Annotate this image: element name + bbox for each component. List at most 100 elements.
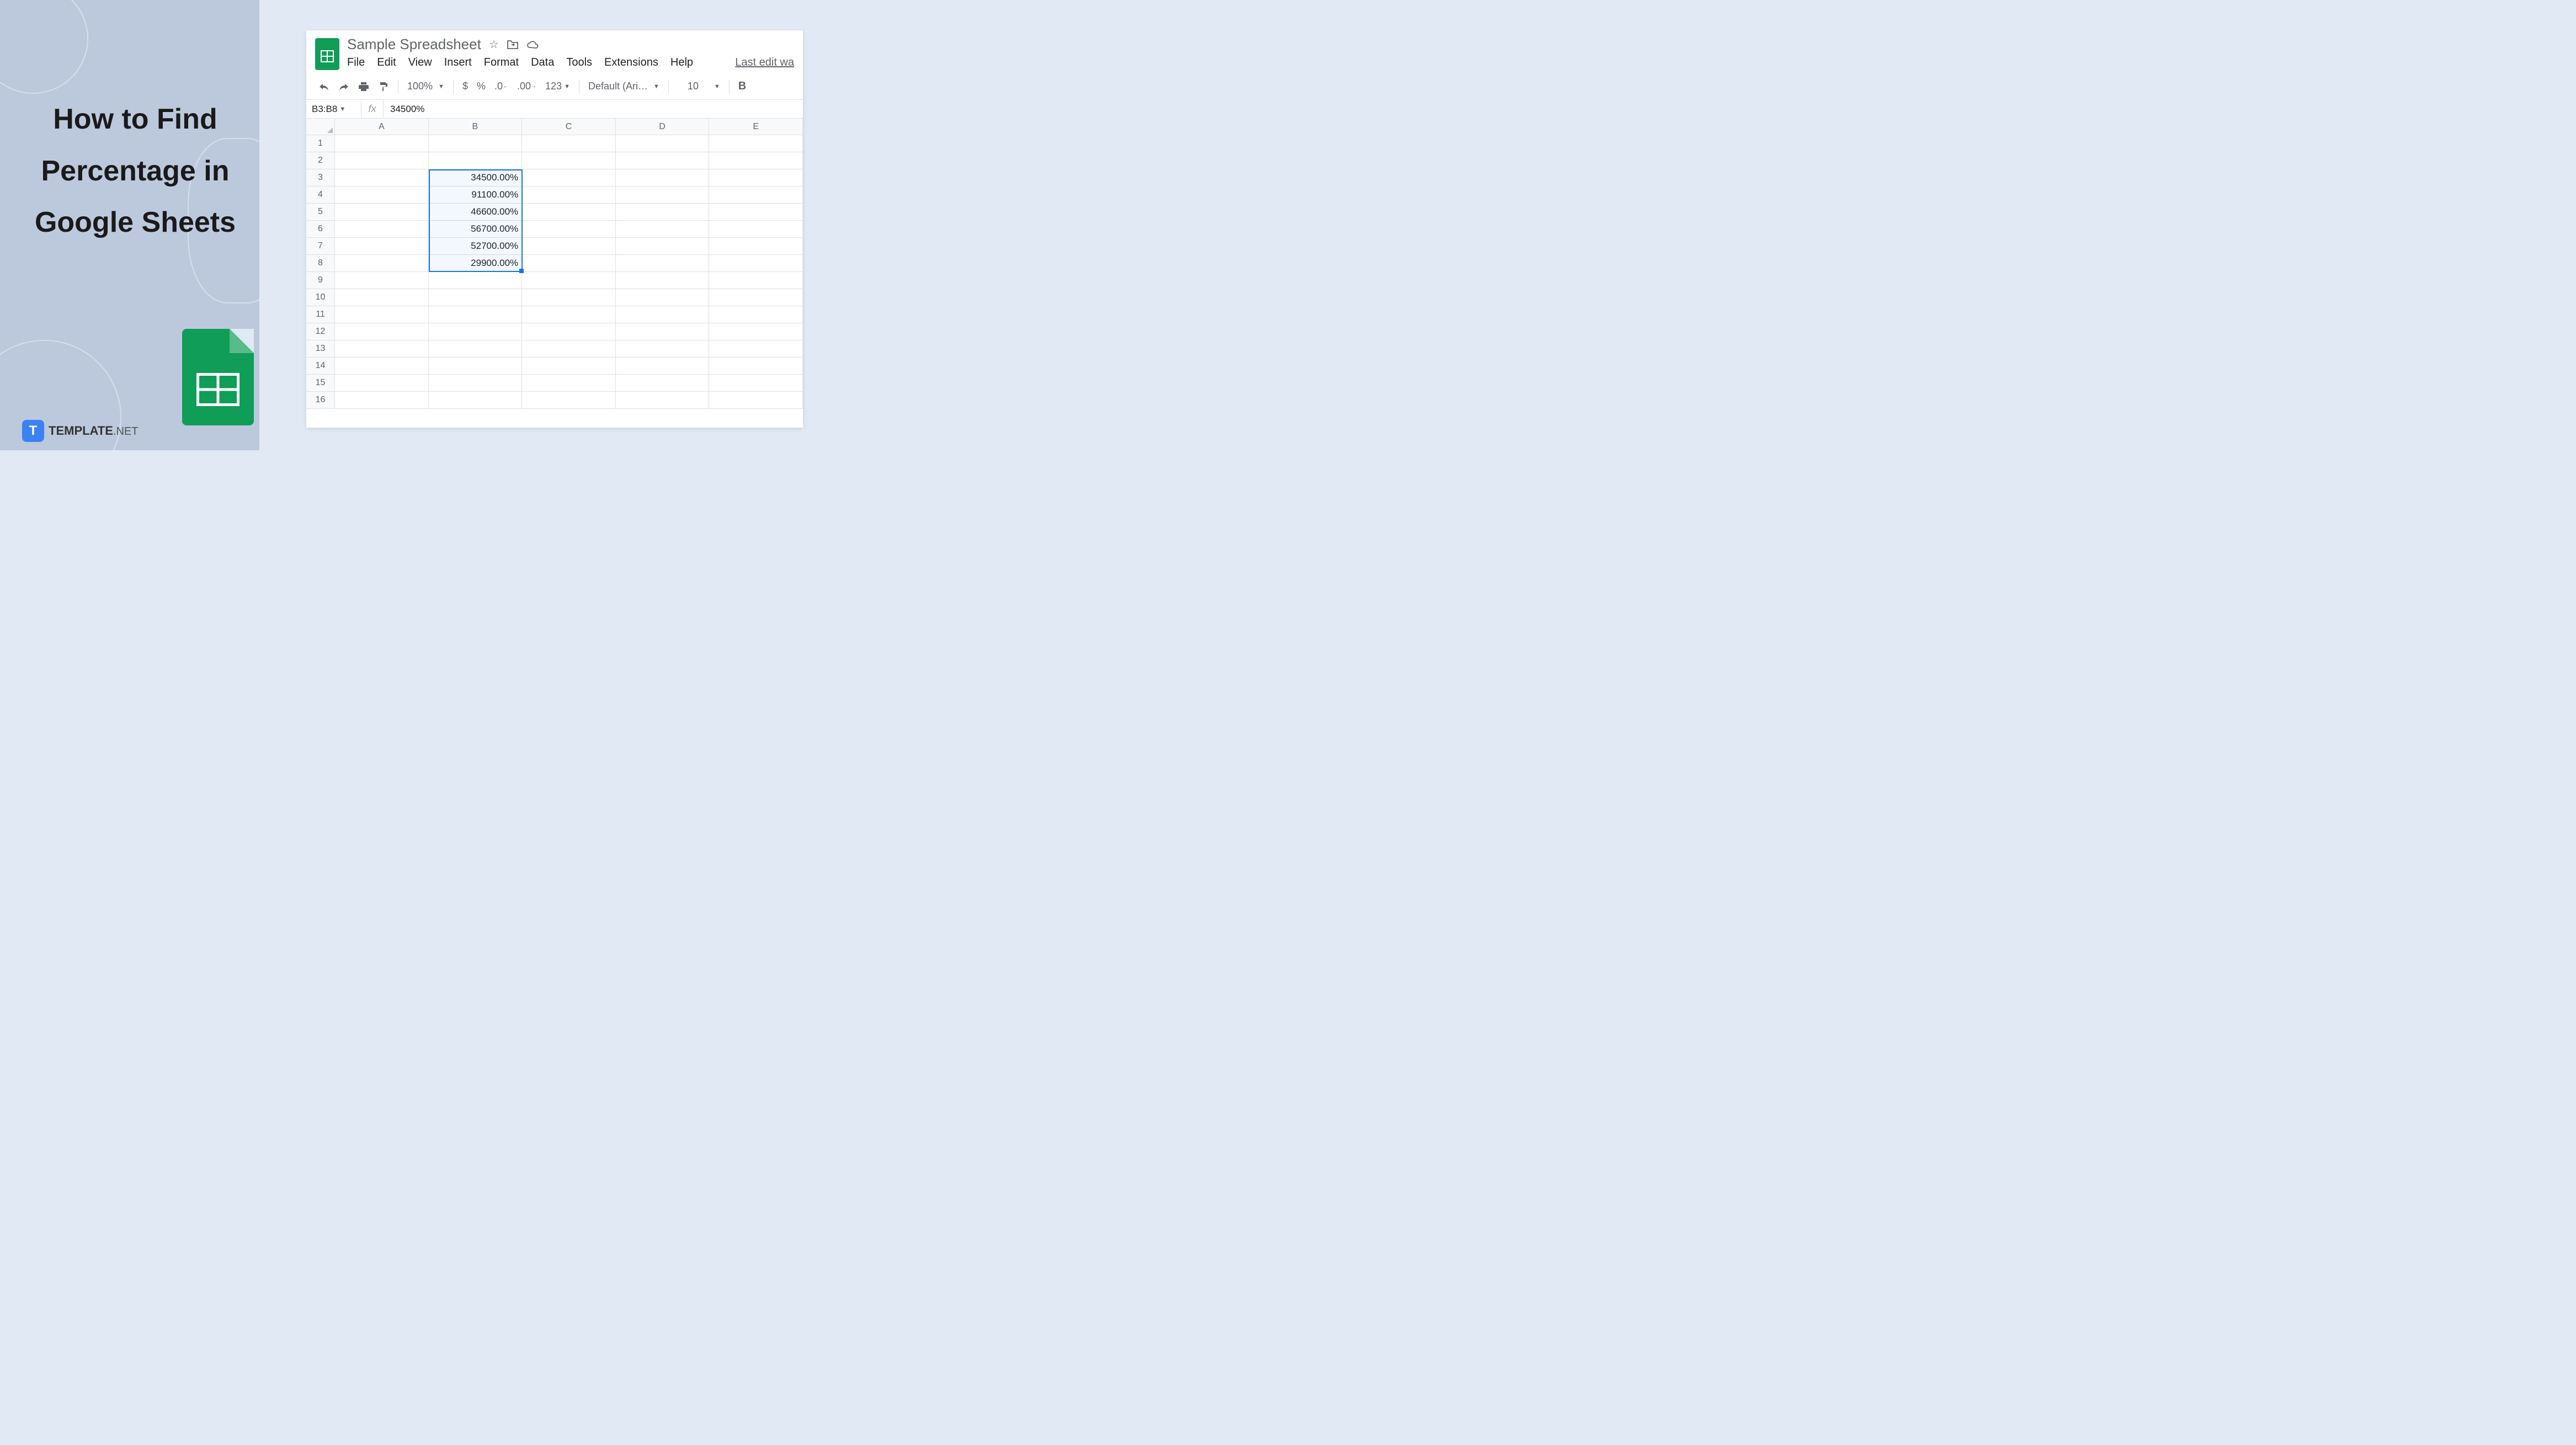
menu-extensions[interactable]: Extensions [604,56,658,69]
select-all-corner[interactable] [306,119,335,135]
cell-D9[interactable] [616,272,710,289]
menu-edit[interactable]: Edit [377,56,396,69]
number-format-selector[interactable]: 123▼ [542,78,573,94]
cell-E5[interactable] [709,204,803,220]
cell-E3[interactable] [709,169,803,186]
cell-B11[interactable] [429,306,523,323]
row-header[interactable]: 12 [306,323,335,340]
cell-D10[interactable] [616,289,710,306]
cell-E1[interactable] [709,135,803,152]
column-header-a[interactable]: A [335,119,429,135]
cell-B8[interactable]: 29900.00% [429,255,523,271]
cell-E4[interactable] [709,186,803,203]
cell-D14[interactable] [616,358,710,374]
cell-C4[interactable] [522,186,616,203]
column-header-c[interactable]: C [522,119,616,135]
row-header[interactable]: 8 [306,255,335,271]
cell-E8[interactable] [709,255,803,271]
cell-E11[interactable] [709,306,803,323]
cell-D16[interactable] [616,392,710,408]
cell-D11[interactable] [616,306,710,323]
row-header[interactable]: 5 [306,204,335,220]
cell-B14[interactable] [429,358,523,374]
cell-C7[interactable] [522,238,616,254]
cell-C1[interactable] [522,135,616,152]
menu-insert[interactable]: Insert [444,56,472,69]
column-header-e[interactable]: E [709,119,803,135]
font-size-selector[interactable]: 10▼ [674,78,723,94]
document-title[interactable]: Sample Spreadsheet [347,36,481,53]
move-folder-icon[interactable] [507,40,519,50]
cell-B10[interactable] [429,289,523,306]
row-header[interactable]: 11 [306,306,335,323]
cell-D1[interactable] [616,135,710,152]
cell-B9[interactable] [429,272,523,289]
cell-A12[interactable] [335,323,429,340]
row-header[interactable]: 1 [306,135,335,152]
cell-A1[interactable] [335,135,429,152]
cell-B15[interactable] [429,375,523,391]
cell-D15[interactable] [616,375,710,391]
menu-data[interactable]: Data [531,56,554,69]
cell-C9[interactable] [522,272,616,289]
sheets-logo-icon[interactable] [315,38,339,70]
cell-A4[interactable] [335,186,429,203]
cell-C3[interactable] [522,169,616,186]
font-selector[interactable]: Default (Ari…▼ [585,78,663,94]
cell-B2[interactable] [429,152,523,169]
cell-B7[interactable]: 52700.00% [429,238,523,254]
row-header[interactable]: 16 [306,392,335,408]
currency-format-button[interactable]: $ [459,78,471,94]
cell-C12[interactable] [522,323,616,340]
percent-format-button[interactable]: % [473,78,489,94]
cell-B6[interactable]: 56700.00% [429,221,523,237]
cell-B5[interactable]: 46600.00% [429,204,523,220]
cell-E6[interactable] [709,221,803,237]
cell-C14[interactable] [522,358,616,374]
star-icon[interactable]: ☆ [489,38,499,51]
cell-A13[interactable] [335,340,429,357]
cell-E10[interactable] [709,289,803,306]
menu-format[interactable]: Format [484,56,519,69]
row-header[interactable]: 10 [306,289,335,306]
cell-C2[interactable] [522,152,616,169]
cell-A6[interactable] [335,221,429,237]
column-header-b[interactable]: B [429,119,523,135]
row-header[interactable]: 15 [306,375,335,391]
cloud-status-icon[interactable] [526,40,540,50]
cell-B13[interactable] [429,340,523,357]
cell-A10[interactable] [335,289,429,306]
cell-A9[interactable] [335,272,429,289]
row-header[interactable]: 6 [306,221,335,237]
spreadsheet-grid[interactable]: A B C D E 12334500.00%491100.00%546600.0… [306,119,803,409]
cell-A16[interactable] [335,392,429,408]
cell-D8[interactable] [616,255,710,271]
undo-button[interactable] [315,80,333,93]
menu-view[interactable]: View [408,56,432,69]
last-edit-link[interactable]: Last edit wa [735,56,794,69]
bold-button[interactable]: B [735,78,749,95]
cell-B16[interactable] [429,392,523,408]
row-header[interactable]: 7 [306,238,335,254]
cell-E7[interactable] [709,238,803,254]
cell-C8[interactable] [522,255,616,271]
cell-B3[interactable]: 34500.00% [429,169,523,186]
cell-D4[interactable] [616,186,710,203]
cell-D6[interactable] [616,221,710,237]
row-header[interactable]: 4 [306,186,335,203]
cell-E16[interactable] [709,392,803,408]
cell-A11[interactable] [335,306,429,323]
cell-C16[interactable] [522,392,616,408]
cell-D2[interactable] [616,152,710,169]
cell-C13[interactable] [522,340,616,357]
paint-format-button[interactable] [375,79,392,94]
menu-tools[interactable]: Tools [566,56,592,69]
cell-D13[interactable] [616,340,710,357]
cell-C5[interactable] [522,204,616,220]
cell-A14[interactable] [335,358,429,374]
cell-D12[interactable] [616,323,710,340]
menu-file[interactable]: File [347,56,365,69]
row-header[interactable]: 2 [306,152,335,169]
cell-E13[interactable] [709,340,803,357]
cell-E2[interactable] [709,152,803,169]
